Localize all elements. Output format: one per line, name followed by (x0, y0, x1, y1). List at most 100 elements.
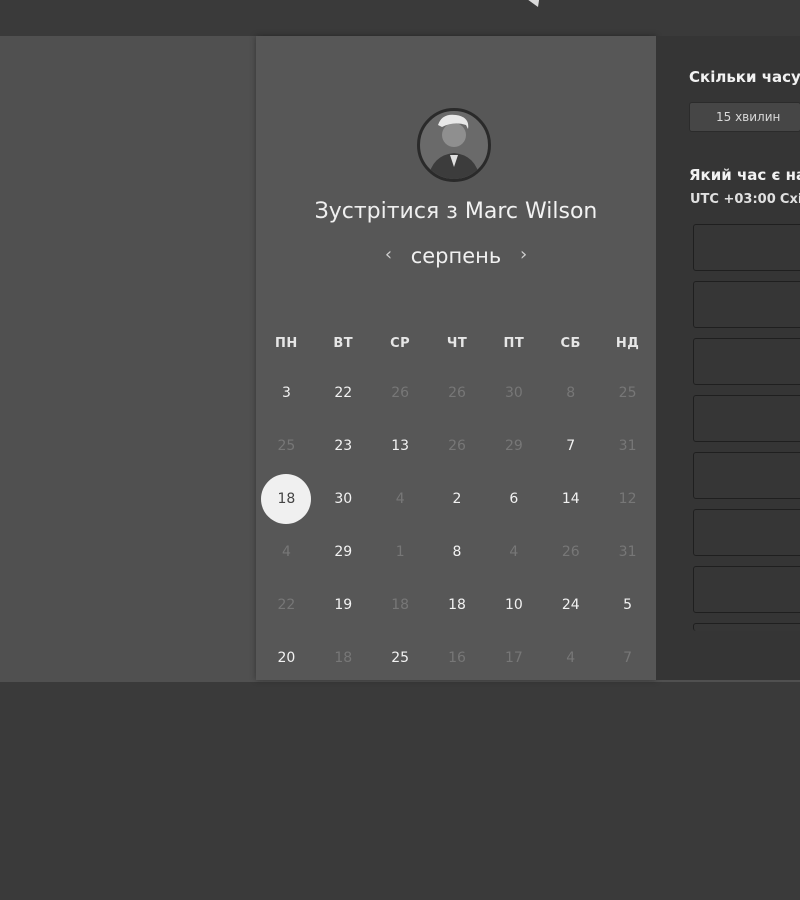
calendar-day[interactable]: 23 (315, 419, 372, 472)
calendar-week-row: 20 18 25 16 17 4 7 (258, 631, 656, 684)
calendar-day: 4 (258, 525, 315, 578)
calendar-day: 4 (542, 631, 599, 684)
calendar-day[interactable]: 6 (485, 472, 542, 525)
calendar-day-number: 12 (618, 490, 637, 507)
calendar-day[interactable]: 8 (429, 525, 486, 578)
duration-question: Скільки часу в (689, 68, 800, 86)
calendar-day-number: 25 (277, 437, 296, 454)
time-slot[interactable] (693, 623, 800, 631)
calendar-day: 18 (372, 578, 429, 631)
time-slot[interactable] (693, 395, 800, 442)
timezone-offset: UTC +03:00 (690, 192, 776, 207)
calendar-day: 26 (429, 366, 486, 419)
calendar-day-number: 14 (561, 490, 580, 507)
calendar-day-number: 18 (261, 473, 312, 524)
calendar-day: 29 (485, 419, 542, 472)
calendar-week-row: 18 30 4 2 6 14 12 (258, 472, 656, 525)
calendar-day: 30 (485, 366, 542, 419)
host-name: Marc Wilson (464, 199, 598, 224)
calendar-day[interactable]: 24 (542, 578, 599, 631)
calendar-day: 26 (542, 525, 599, 578)
weekday-header: ПН ВТ СР ЧТ ПТ СБ НД (258, 336, 656, 351)
calendar-day-number: 29 (334, 543, 353, 560)
calendar-day[interactable]: 19 (315, 578, 372, 631)
calendar-day[interactable]: 14 (542, 472, 599, 525)
calendar-day: 31 (599, 419, 656, 472)
calendar-day: 25 (599, 366, 656, 419)
calendar-day: 22 (258, 578, 315, 631)
calendar-day[interactable]: 3 (258, 366, 315, 419)
weekday-label: ВТ (333, 336, 354, 351)
calendar-day-number: 26 (391, 384, 410, 401)
background-bottom (0, 682, 800, 900)
time-slot[interactable] (693, 338, 800, 385)
timezone-label[interactable]: UTC +03:00 Схід (690, 192, 800, 207)
calendar-day-number: 4 (509, 543, 519, 560)
time-slot[interactable] (693, 224, 800, 271)
calendar-day-number: 31 (618, 543, 637, 560)
weekday-label: СБ (560, 336, 581, 351)
person-icon (428, 114, 480, 179)
prev-month-button[interactable]: ‹ (373, 244, 404, 265)
calendar-day-number: 19 (334, 596, 353, 613)
logo-icon (528, 0, 540, 7)
calendar-day-number: 6 (509, 490, 519, 507)
timezone-name: Схід (779, 192, 800, 207)
time-slot-list (693, 224, 800, 631)
calendar-day-number: 25 (391, 649, 410, 666)
calendar-day-number: 18 (334, 649, 353, 666)
calendar-day[interactable]: 7 (542, 419, 599, 472)
top-bar (0, 0, 800, 36)
calendar-day-number: 22 (277, 596, 296, 613)
calendar-day: 12 (599, 472, 656, 525)
calendar-day-number: 16 (448, 649, 466, 666)
calendar-day: 25 (258, 419, 315, 472)
calendar-day-selected[interactable]: 18 (258, 472, 315, 525)
calendar-day[interactable]: 10 (485, 578, 542, 631)
calendar-day-number: 26 (448, 437, 466, 454)
time-slot[interactable] (693, 452, 800, 499)
time-slot[interactable] (693, 566, 800, 613)
calendar-day-number: 29 (504, 437, 523, 454)
calendar-day: 8 (542, 366, 599, 419)
calendar-day-number: 26 (448, 384, 466, 401)
next-month-button[interactable]: › (508, 244, 539, 265)
calendar-day[interactable]: 2 (429, 472, 486, 525)
calendar-week-row: 22 19 18 18 10 24 5 (258, 578, 656, 631)
calendar-day[interactable]: 30 (315, 472, 372, 525)
calendar-day-number: 7 (566, 437, 576, 454)
calendar-day: 18 (315, 631, 372, 684)
calendar-day-number: 4 (395, 490, 405, 507)
calendar-day[interactable]: 20 (258, 631, 315, 684)
calendar-day-number: 8 (566, 384, 576, 401)
calendar-day: 4 (485, 525, 542, 578)
calendar-day: 17 (485, 631, 542, 684)
calendar-day[interactable]: 22 (315, 366, 372, 419)
time-slot[interactable] (693, 281, 800, 328)
calendar-day-number: 7 (623, 649, 633, 666)
calendar-day-number: 2 (452, 490, 462, 507)
time-selection-panel: Скільки часу в 15 хвилин Який час є най … (656, 36, 800, 680)
calendar-grid: 3 22 26 26 30 8 25 25 23 13 26 29 7 31 18 30 4 2 6 14 12 4 29 1… (258, 366, 656, 684)
calendar-day-number: 18 (391, 596, 410, 613)
calendar-week-row: 25 23 13 26 29 7 31 (258, 419, 656, 472)
calendar-day: 16 (429, 631, 486, 684)
calendar-day: 26 (372, 366, 429, 419)
calendar-day[interactable]: 25 (372, 631, 429, 684)
calendar-day-number: 31 (618, 437, 637, 454)
calendar-day-number: 18 (448, 596, 466, 613)
calendar-day-number: 30 (504, 384, 523, 401)
calendar-day-number: 3 (281, 384, 291, 401)
calendar-day[interactable]: 18 (429, 578, 486, 631)
calendar-day[interactable]: 5 (599, 578, 656, 631)
weekday-label: ПТ (503, 336, 525, 351)
calendar-day[interactable]: 29 (315, 525, 372, 578)
calendar-day: 4 (372, 472, 429, 525)
time-question: Який час є най (689, 166, 800, 184)
duration-option-button[interactable]: 15 хвилин (689, 102, 800, 132)
time-slot[interactable] (693, 509, 800, 556)
calendar-day: 26 (429, 419, 486, 472)
calendar-day-number: 4 (281, 543, 291, 560)
calendar-day: 31 (599, 525, 656, 578)
calendar-day[interactable]: 13 (372, 419, 429, 472)
